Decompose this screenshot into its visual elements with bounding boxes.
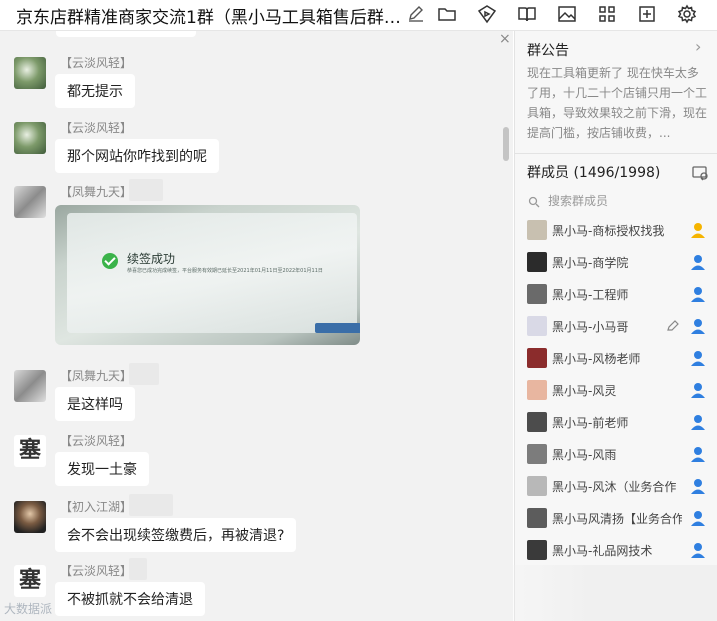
member-manage-icon[interactable] (691, 164, 709, 182)
admin-user-icon (689, 413, 707, 431)
avatar[interactable] (527, 220, 547, 240)
member-item[interactable]: 黑小马-工程师 (515, 279, 717, 311)
folder-icon[interactable] (437, 4, 459, 24)
message-bubble[interactable]: 会不会出现续签缴费后，再被清退? (55, 518, 297, 552)
avatar[interactable] (527, 508, 547, 528)
member-item[interactable]: 黑小马-商标授权找我 (515, 215, 717, 247)
image-title: 续签成功 (127, 252, 176, 266)
sender-name: 【云淡风轻】 (60, 434, 133, 448)
sender-name: 【凤舞九天】 (60, 185, 133, 199)
member-item[interactable]: 黑小马-小马哥 (515, 311, 717, 343)
members-title: 群成员 (1496/1998) (527, 165, 661, 181)
image-button (315, 323, 360, 333)
avatar[interactable] (527, 412, 547, 432)
group-info-panel: 群公告 › 现在工具箱更新了 现在快车太多了用，十几二十个店铺只用一个工具箱，导… (514, 31, 717, 621)
sender-name: 【云淡风轻】 (60, 564, 133, 578)
admin-user-icon (689, 381, 707, 399)
watermark: 大数据派 (4, 602, 53, 616)
member-name: 黑小马-商标授权找我 (552, 224, 665, 238)
avatar[interactable] (14, 122, 46, 154)
member-name: 黑小马-前老师 (552, 416, 629, 430)
avatar[interactable] (14, 57, 46, 89)
member-name: 黑小马-风灵 (552, 384, 617, 398)
member-name: 黑小马-小马哥 (552, 320, 629, 334)
avatar[interactable] (14, 186, 46, 218)
close-icon[interactable]: × (499, 31, 511, 47)
search-icon (528, 193, 540, 208)
sender-name: 【凤舞九天】 (60, 369, 133, 383)
member-item[interactable]: 黑小马-礼品网技术 (515, 535, 717, 567)
avatar[interactable]: 塞 (14, 435, 46, 467)
admin-user-icon (689, 253, 707, 271)
group-title: 京东店群精准商家交流1群（黑小马工具箱售后群… (16, 8, 401, 28)
message-bubble[interactable]: 是这样吗 (55, 387, 135, 421)
message-bubble[interactable]: 都无提示 (55, 74, 135, 108)
member-name: 黑小马风清扬【业务合作 (552, 512, 682, 526)
blurred-tag (129, 179, 163, 201)
settings-icon[interactable] (677, 4, 699, 24)
play-icon[interactable] (477, 4, 499, 24)
owner-user-icon (689, 221, 707, 239)
blurred-tag (129, 558, 147, 580)
sender-name: 【云淡风轻】 (60, 121, 133, 135)
admin-user-icon (689, 509, 707, 527)
apps-icon[interactable] (597, 4, 619, 24)
message-bubble[interactable]: 那个网站你咋找到的呢 (55, 139, 219, 173)
admin-user-icon (689, 349, 707, 367)
member-item[interactable]: 黑小马风清扬【业务合作 (515, 503, 717, 535)
avatar[interactable] (527, 444, 547, 464)
chat-area[interactable]: × 【云淡风轻】 都无提示 【云淡风轻】 那个网站你咋找到的呢 【凤舞九天】 续… (0, 31, 513, 621)
member-name: 黑小马-风雨 (552, 448, 617, 462)
member-item[interactable]: 黑小马-风雨 (515, 439, 717, 471)
member-name: 黑小马-风杨老师 (552, 352, 641, 366)
member-item[interactable]: 黑小马-商学院 (515, 247, 717, 279)
member-item[interactable]: 黑小马-前老师 (515, 407, 717, 439)
sender-name: 【初入江湖】 (60, 500, 133, 514)
add-icon[interactable] (637, 4, 659, 24)
blurred-tag (129, 363, 159, 385)
admin-user-icon (689, 477, 707, 495)
book-icon[interactable] (517, 4, 539, 24)
image-subtitle: 恭喜您已成功完成续签，平台服务有效期已延长至2021年01月11日至2022年0… (127, 268, 323, 274)
sender-name: 【云淡风轻】 (60, 56, 133, 70)
bottom-fade (510, 565, 717, 621)
chat-header: 京东店群精准商家交流1群（黑小马工具箱售后群… (0, 0, 717, 31)
message-bubble[interactable]: 不被抓就不会给清退 (55, 582, 205, 616)
member-name: 黑小马-风沐（业务合作 (552, 480, 677, 494)
admin-user-icon (689, 445, 707, 463)
member-item[interactable]: 黑小马-风沐（业务合作 (515, 471, 717, 503)
avatar[interactable]: 塞 (14, 565, 46, 597)
announcement-text[interactable]: 现在工具箱更新了 现在快车太多了用，十几二十个店铺只用一个工具箱，导致效果较之前… (527, 63, 707, 143)
image-message[interactable]: 续签成功 恭喜您已成功完成续签，平台服务有效期已延长至2021年01月11日至2… (55, 205, 360, 345)
avatar[interactable] (527, 540, 547, 560)
member-name: 黑小马-礼品网技术 (552, 544, 653, 558)
avatar[interactable] (14, 370, 46, 402)
admin-user-icon (689, 541, 707, 559)
divider (515, 153, 717, 154)
avatar[interactable] (527, 316, 547, 336)
message-bubble[interactable]: 发现一土豪 (55, 452, 149, 486)
admin-user-icon (689, 285, 707, 303)
avatar[interactable] (527, 380, 547, 400)
image-icon[interactable] (557, 4, 579, 24)
avatar[interactable] (527, 476, 547, 496)
member-item[interactable]: 黑小马-风灵 (515, 375, 717, 407)
chevron-right-icon[interactable]: › (695, 37, 701, 56)
edit-icon[interactable] (406, 4, 428, 24)
chat-scrollbar[interactable] (503, 127, 509, 161)
avatar[interactable] (527, 348, 547, 368)
member-item[interactable]: 黑小马-风杨老师 (515, 343, 717, 375)
check-icon (102, 253, 118, 269)
avatar[interactable] (14, 501, 46, 533)
edit-icon[interactable] (666, 318, 680, 332)
announcement-title[interactable]: 群公告 (527, 40, 569, 60)
blurred-tag (129, 494, 173, 516)
member-name: 黑小马-商学院 (552, 256, 629, 270)
avatar[interactable] (527, 252, 547, 272)
member-search-input[interactable]: 搜索群成员 (548, 192, 608, 209)
admin-user-icon (689, 317, 707, 335)
previous-message-bubble (56, 31, 196, 37)
avatar[interactable] (527, 284, 547, 304)
member-name: 黑小马-工程师 (552, 288, 629, 302)
